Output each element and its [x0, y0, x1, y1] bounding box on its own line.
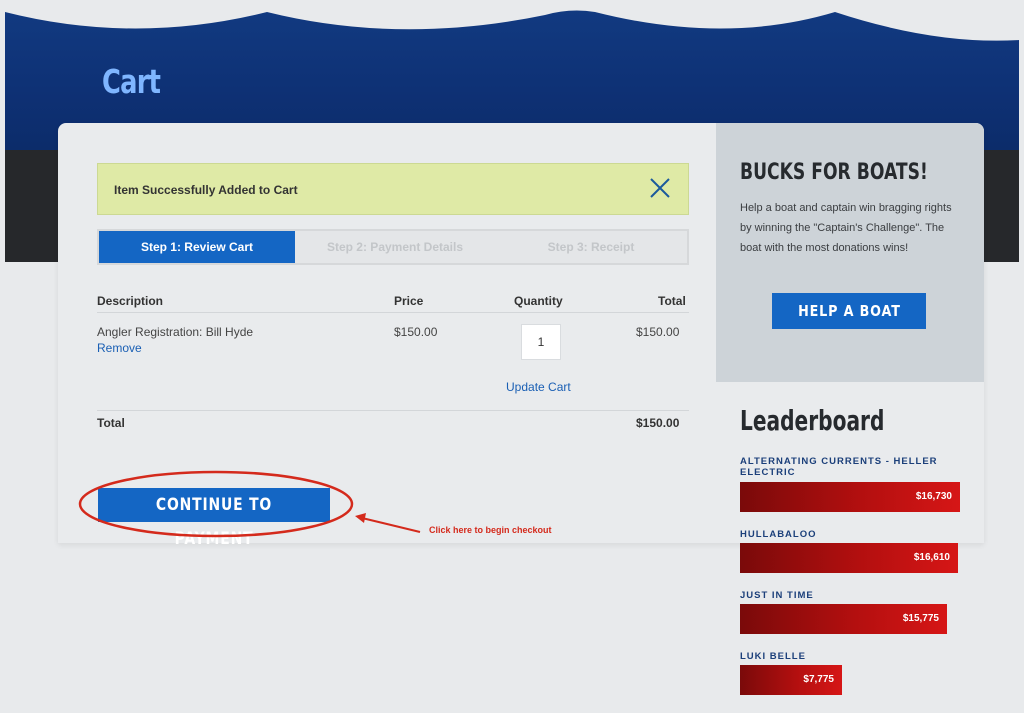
- leaderboard-entry-name: ALTERNATING CURRENTS - HELLER ELECTRIC: [740, 456, 938, 478]
- leaderboard-bar: $16,730: [740, 482, 960, 512]
- leaderboard-bar: $16,610: [740, 543, 958, 573]
- total-divider: [97, 410, 689, 411]
- checkout-steps: Step 1: Review Cart Step 2: Payment Deta…: [97, 229, 689, 265]
- help-a-boat-label: HELP A BOAT: [797, 302, 901, 320]
- leaderboard-amount: $7,775: [803, 674, 834, 685]
- column-header-description: Description: [97, 294, 164, 308]
- column-header-quantity: Quantity: [514, 294, 563, 308]
- column-header-total: Total: [658, 294, 686, 308]
- update-cart-link[interactable]: Update Cart: [506, 380, 571, 394]
- table-divider: [97, 312, 689, 313]
- item-total: $150.00: [636, 325, 680, 339]
- column-header-price: Price: [394, 294, 424, 308]
- total-value: $150.00: [636, 416, 680, 430]
- leaderboard-amount: $15,775: [902, 613, 939, 624]
- leaderboard-entry-name: JUST IN TIME: [740, 590, 814, 601]
- page-title: Cart: [102, 62, 161, 101]
- step-review-cart[interactable]: Step 1: Review Cart: [99, 231, 295, 263]
- annotation-text: Click here to begin checkout: [429, 525, 552, 535]
- help-a-boat-button[interactable]: HELP A BOAT: [772, 293, 926, 329]
- alert-message: Item Successfully Added to Cart: [114, 183, 298, 197]
- item-description: Angler Registration: Bill Hyde: [97, 325, 254, 339]
- header-scallop-decoration: [5, 0, 1019, 41]
- leaderboard-amount: $16,610: [913, 552, 950, 563]
- leaderboard-entry-name: HULLABALOO: [740, 529, 817, 540]
- continue-button-label: CONTINUE TO PAYMENT: [155, 495, 273, 549]
- total-label: Total: [97, 416, 125, 430]
- leaderboard-entry-name: LUKI BELLE: [740, 651, 806, 662]
- step-payment-details: Step 2: Payment Details: [326, 240, 464, 254]
- quantity-input[interactable]: 1: [521, 324, 561, 360]
- close-icon[interactable]: [648, 176, 672, 200]
- leaderboard-amount: $16,730: [915, 491, 952, 502]
- success-alert: Item Successfully Added to Cart: [97, 163, 689, 215]
- promo-title: BUCKS FOR BOATS!: [740, 160, 928, 185]
- leaderboard-title: Leaderboard: [740, 404, 885, 437]
- page: Cart Item Successfully Added to Cart Ste…: [0, 0, 1024, 713]
- step-receipt: Step 3: Receipt: [547, 240, 635, 254]
- leaderboard-bar: $15,775: [740, 604, 947, 634]
- remove-item-link[interactable]: Remove: [97, 341, 142, 355]
- leaderboard-bar: $7,775: [740, 665, 842, 695]
- item-price: $150.00: [394, 325, 438, 339]
- continue-to-payment-button[interactable]: CONTINUE TO PAYMENT: [98, 488, 330, 549]
- promo-text: Help a boat and captain win bragging rig…: [740, 202, 952, 254]
